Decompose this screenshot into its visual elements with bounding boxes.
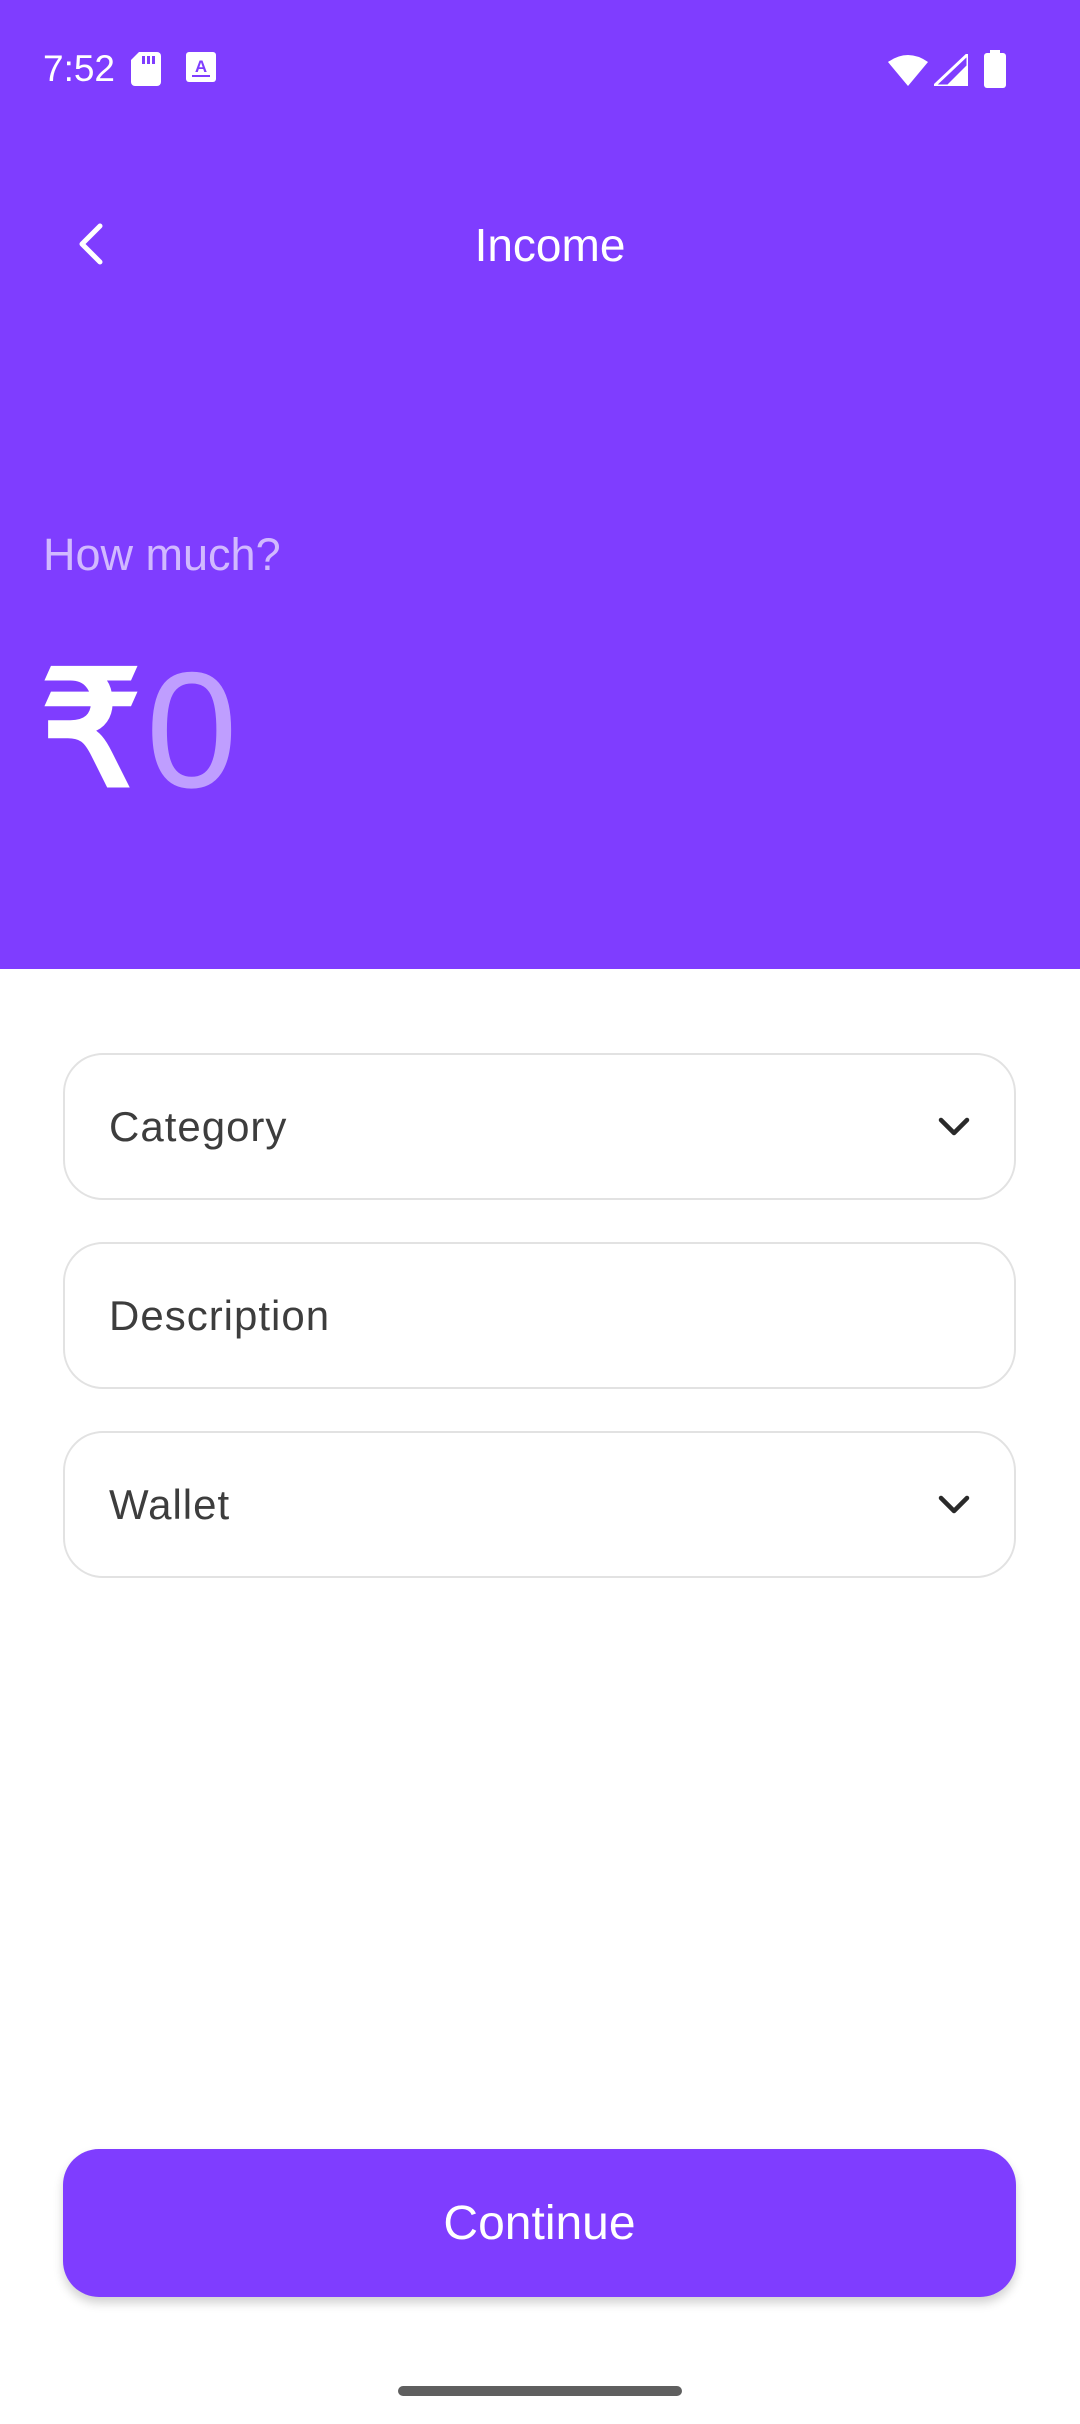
income-header: 7:52 A Income How much? ₹ 0 (0, 0, 1080, 969)
category-placeholder: Category (109, 1102, 288, 1150)
status-time: 7:52 (43, 48, 116, 89)
amount-label: How much? (43, 529, 281, 580)
continue-button[interactable]: Continue (63, 2149, 1016, 2297)
chevron-down-icon (934, 1107, 974, 1147)
continue-label: Continue (443, 2196, 636, 2250)
home-indicator[interactable] (398, 2386, 682, 2396)
status-bar: 7:52 A (0, 0, 1080, 140)
sd-card-icon (131, 52, 161, 91)
wallet-dropdown[interactable]: Wallet (63, 1431, 1016, 1578)
cellular-signal-icon (930, 50, 970, 91)
amount-input[interactable]: ₹ 0 (40, 640, 238, 820)
wallet-placeholder: Wallet (109, 1480, 231, 1528)
chevron-down-icon (934, 1485, 974, 1525)
battery-icon (984, 50, 1006, 93)
description-input[interactable]: Description (63, 1242, 1016, 1389)
wifi-icon (888, 54, 928, 91)
page-title: Income (474, 219, 626, 271)
description-placeholder: Description (109, 1291, 331, 1339)
currency-symbol: ₹ (40, 640, 142, 819)
amount-value: 0 (145, 638, 238, 822)
income-screen: 7:52 A Income How much? ₹ 0 Category Des… (0, 0, 1080, 2424)
svg-text:A: A (195, 57, 207, 76)
category-dropdown[interactable]: Category (63, 1053, 1016, 1200)
keyboard-app-icon: A (186, 52, 216, 87)
